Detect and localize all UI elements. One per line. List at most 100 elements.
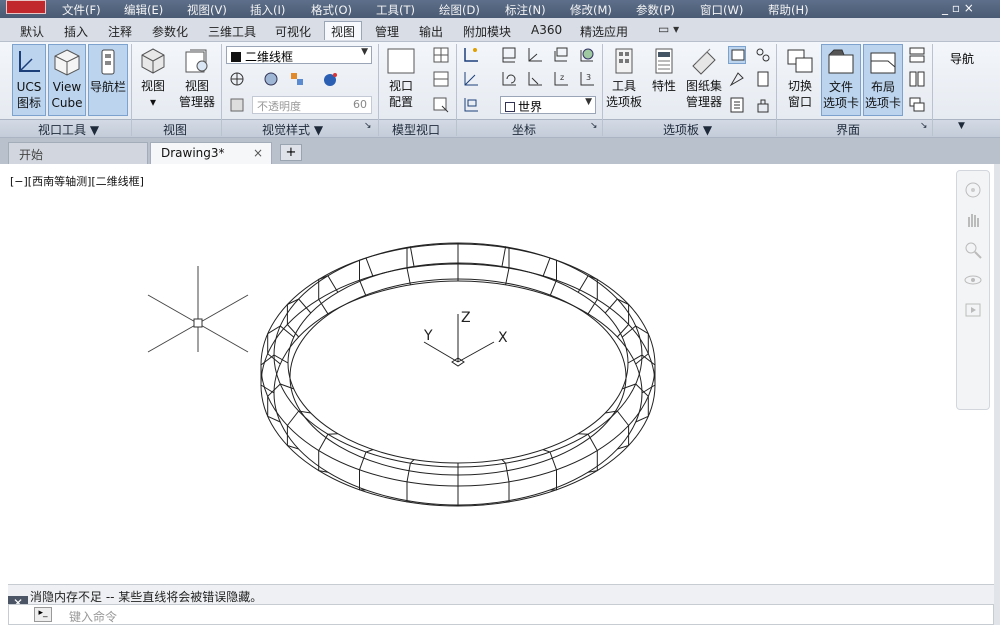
ucs-z-icon[interactable]: z <box>552 70 570 88</box>
menu-help[interactable]: 帮助(H) <box>768 2 809 18</box>
menu-tools[interactable]: 工具(T) <box>376 2 415 18</box>
menu-parametric[interactable]: 参数(P) <box>636 2 675 18</box>
menu-modify[interactable]: 修改(M) <box>570 2 612 18</box>
coordinates-launcher-icon[interactable]: ↘ <box>590 121 598 131</box>
view-manager-button[interactable]: 视图 管理器 <box>176 44 218 116</box>
window-controls[interactable]: _ ▫ × <box>942 1 974 15</box>
viewport-config-button[interactable]: 视口 配置 <box>384 44 418 116</box>
dbconnect-icon[interactable] <box>754 96 772 114</box>
ribbon-minimize-toggle[interactable]: ▭ ▾ <box>658 22 679 36</box>
view-button[interactable]: 视图 ▾ <box>136 44 170 116</box>
panel-title-coordinates: 坐标 <box>512 123 537 137</box>
ucs-origin-icon[interactable] <box>462 46 480 64</box>
tab-view[interactable]: 视图 <box>324 21 363 40</box>
torus-segment-line <box>542 449 557 491</box>
close-icon[interactable]: × <box>253 146 263 160</box>
tab-manage[interactable]: 管理 <box>375 22 399 41</box>
tab-default[interactable]: 默认 <box>20 22 44 41</box>
ucs-object-icon[interactable] <box>526 46 544 64</box>
lighting-icon[interactable] <box>322 70 340 88</box>
panel-title-visual-styles[interactable]: 视觉样式 ▼ <box>262 121 323 138</box>
materials-icon[interactable] <box>288 70 306 88</box>
nav-bar-button[interactable]: 导航栏 <box>88 44 128 116</box>
menu-format[interactable]: 格式(O) <box>311 2 352 18</box>
visual-style-swatch-icon <box>231 52 241 62</box>
ucs-face-icon[interactable] <box>552 46 570 64</box>
pan-icon[interactable] <box>962 209 984 231</box>
menu-view[interactable]: 视图(V) <box>187 2 227 18</box>
tab-insert[interactable]: 插入 <box>64 22 88 41</box>
sheet-set-manager-button[interactable]: 图纸集 管理器 <box>684 44 724 116</box>
zoom-icon[interactable] <box>962 239 984 261</box>
menu-draw[interactable]: 绘图(D) <box>439 2 480 18</box>
tab-visualize[interactable]: 可视化 <box>275 22 311 41</box>
visual-style-value: 二维线框 <box>245 50 294 64</box>
tab-annotate[interactable]: 注释 <box>108 22 132 41</box>
visual-styles-launcher-icon[interactable]: ↘ <box>364 121 372 131</box>
menu-dimension[interactable]: 标注(N) <box>505 2 546 18</box>
steering-wheel-icon[interactable] <box>962 179 984 201</box>
tab-drawing3[interactable]: Drawing3* × <box>150 142 272 164</box>
drawing-canvas[interactable]: Z Y X <box>0 164 1000 584</box>
orbit-icon[interactable] <box>962 269 984 291</box>
markup-set-icon[interactable] <box>728 70 746 88</box>
tab-featured-apps[interactable]: 精选应用 <box>580 22 628 41</box>
view-dropdown-icon[interactable]: ▾ <box>136 94 170 110</box>
tab-addins[interactable]: 附加模块 <box>463 22 511 41</box>
ucs-previous-icon[interactable] <box>500 70 518 88</box>
showmotion-icon[interactable] <box>962 299 984 321</box>
torus-segment-line <box>577 275 598 315</box>
tab-output[interactable]: 输出 <box>419 22 443 41</box>
tab-parametric[interactable]: 参数化 <box>152 22 188 41</box>
tab-3d-tools[interactable]: 三维工具 <box>208 22 256 41</box>
ucs-3d-icon[interactable]: 3 <box>578 70 596 88</box>
restore-viewports-icon[interactable] <box>432 96 450 114</box>
command-prompt-icon[interactable]: ▸_ <box>34 607 52 622</box>
ucs-icon-button[interactable]: UCS 图标 <box>12 44 46 116</box>
opacity-icon[interactable] <box>228 96 246 114</box>
viewcube-button[interactable]: View Cube <box>48 44 86 116</box>
layout-tabs-label-2: 选项卡 <box>864 96 901 110</box>
ucs-x-icon[interactable] <box>526 70 544 88</box>
external-ref-icon[interactable] <box>754 70 772 88</box>
viewport-controls-label[interactable]: [−][西南等轴测][二维线框] <box>10 173 144 189</box>
opacity-slider[interactable]: 不透明度 60 <box>252 96 372 114</box>
interface-launcher-icon[interactable]: ↘ <box>920 121 928 131</box>
new-tab-button[interactable]: + <box>280 144 302 161</box>
command-line-toggle-icon[interactable] <box>728 46 746 64</box>
panel-title-viewport-tools[interactable]: 视口工具 ▼ <box>38 121 99 138</box>
menu-window[interactable]: 窗口(W) <box>700 2 743 18</box>
app-logo[interactable] <box>6 0 46 14</box>
design-center-icon[interactable] <box>754 46 772 64</box>
menu-edit[interactable]: 编辑(E) <box>124 2 163 18</box>
tool-palettes-button[interactable]: 工具 选项板 <box>606 44 642 116</box>
tab-start[interactable]: 开始 <box>8 142 148 164</box>
ucs-world-globe-icon[interactable] <box>578 46 596 64</box>
tab-a360[interactable]: A360 <box>531 22 562 41</box>
ucs-named-icon[interactable] <box>462 96 480 114</box>
edge-effects-icon[interactable] <box>228 70 246 88</box>
command-input[interactable]: 键入命令 <box>8 604 994 625</box>
cascade-icon[interactable] <box>908 96 926 114</box>
drawing-svg: Z Y X <box>147 242 656 507</box>
file-tabs-button[interactable]: 文件 选项卡 <box>821 44 861 116</box>
tile-horizontal-icon[interactable] <box>908 46 926 64</box>
panel-title-navigate[interactable]: 导航 <box>950 50 974 67</box>
properties-button[interactable]: 特性 <box>648 44 680 116</box>
switch-window-button[interactable]: 切换 窗口 <box>781 44 819 116</box>
ucs-view-icon[interactable] <box>500 46 518 64</box>
layout-tabs-button[interactable]: 布局 选项卡 <box>863 44 903 116</box>
tile-vertical-icon[interactable] <box>908 70 926 88</box>
torus-segment-line <box>359 449 374 491</box>
ucs-3point-icon[interactable] <box>462 70 480 88</box>
calculator-icon[interactable] <box>728 96 746 114</box>
visual-style-combo[interactable]: 二维线框 ▼ <box>226 46 372 64</box>
shading-icon[interactable] <box>262 70 280 88</box>
named-viewports-icon[interactable] <box>432 46 450 64</box>
panel-title-palettes[interactable]: 选项板 ▼ <box>663 121 712 138</box>
chevron-down-icon[interactable]: ▼ <box>958 121 965 131</box>
ucs-combo[interactable]: 世界 ▼ <box>500 96 596 114</box>
join-viewports-icon[interactable] <box>432 70 450 88</box>
menu-file[interactable]: 文件(F) <box>62 2 101 18</box>
menu-insert[interactable]: 插入(I) <box>250 2 285 18</box>
